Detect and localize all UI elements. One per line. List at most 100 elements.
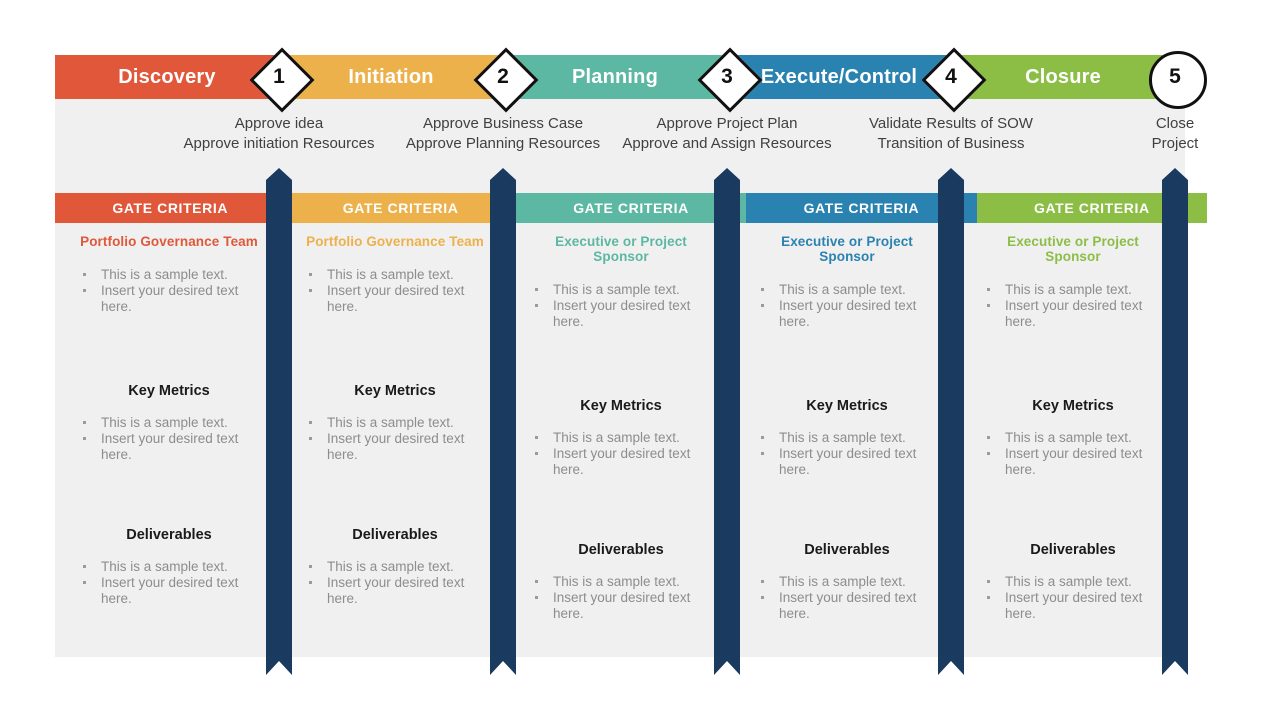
gate-criteria-bullets: This is a sample text. Insert your desire… — [753, 282, 941, 330]
list-item: This is a sample text. — [753, 430, 941, 446]
deliverables-heading: Deliverables — [578, 542, 664, 558]
approval-notes: Approve idea Approve initiation Resources… — [55, 110, 1199, 168]
gate-criteria-bullets: This is a sample text. Insert your desire… — [301, 267, 489, 315]
gate-marker-5[interactable]: 5 — [1147, 49, 1207, 109]
deliverables-heading: Deliverables — [1030, 542, 1116, 558]
deliverables-block: Deliverables This is a sample text. Insert… — [979, 542, 1167, 622]
gate-column-3: Executive or Project Sponsor This is a sa… — [507, 223, 733, 653]
deliverables-bullets: This is a sample text. Insert your desire… — [301, 559, 489, 607]
gate-owner-label: Executive or Project Sponsor — [1007, 234, 1139, 264]
key-metrics-block: Key Metrics This is a sample text. Insert … — [75, 383, 263, 463]
key-metrics-block: Key Metrics This is a sample text. Insert … — [753, 398, 941, 478]
list-item: This is a sample text. — [75, 559, 263, 575]
deliverables-bullets: This is a sample text. Insert your desire… — [527, 574, 715, 622]
list-item: Insert your desired text here. — [753, 590, 941, 622]
column-content: Portfolio Governance Team This is a sampl… — [281, 234, 507, 607]
list-item: Insert your desired text here. — [527, 446, 715, 478]
list-item: This is a sample text. — [979, 430, 1167, 446]
approval-note-5: Close Project — [975, 114, 1280, 154]
gate-criteria-block: Executive or Project Sponsor This is a sa… — [527, 234, 715, 330]
gate-criteria-label: GATE CRITERIA — [803, 200, 920, 216]
list-item: Insert your desired text here. — [527, 590, 715, 622]
phase-bar: Discovery Initiation Planning Execute/Contr… — [55, 55, 1175, 99]
list-item: This is a sample text. — [527, 282, 715, 298]
key-metrics-block: Key Metrics This is a sample text. Insert … — [979, 398, 1167, 478]
list-item: Insert your desired text here. — [979, 298, 1167, 330]
gate-number: 1 — [273, 65, 285, 88]
column-content: Executive or Project Sponsor This is a sa… — [507, 234, 733, 622]
gate-column-5: Executive or Project Sponsor This is a sa… — [959, 223, 1185, 653]
column-content: Executive or Project Sponsor This is a sa… — [959, 234, 1185, 622]
phase-segment-1[interactable]: Discovery — [55, 55, 279, 99]
stage-gate-diagram: Discovery Initiation Planning Execute/Contr… — [0, 0, 1280, 720]
deliverables-block: Deliverables This is a sample text. Insert… — [75, 527, 263, 607]
gate-column-1: Portfolio Governance Team This is a sampl… — [55, 223, 281, 653]
phase-segment-4[interactable]: Execute/Control — [727, 55, 951, 99]
gate-marker-1[interactable]: 1 — [249, 47, 315, 113]
gate-marker-3[interactable]: 3 — [697, 47, 763, 113]
gate-number: 2 — [497, 65, 509, 88]
approval-line: Close — [1155, 115, 1195, 132]
list-item: Insert your desired text here. — [301, 431, 489, 463]
deliverables-heading: Deliverables — [352, 527, 438, 543]
gate-criteria-block: Portfolio Governance Team This is a sampl… — [301, 234, 489, 315]
gate-number: 4 — [945, 65, 957, 88]
key-metrics-heading: Key Metrics — [806, 398, 888, 414]
list-item: This is a sample text. — [75, 415, 263, 431]
gate-criteria-label: GATE CRITERIA — [1034, 200, 1150, 216]
key-metrics-bullets: This is a sample text. Insert your desire… — [979, 430, 1167, 478]
gate-criteria-bullets: This is a sample text. Insert your desire… — [527, 282, 715, 330]
list-item: Insert your desired text here. — [301, 283, 489, 315]
deliverables-bullets: This is a sample text. Insert your desire… — [979, 574, 1167, 622]
gate-owner-label: Executive or Project Sponsor — [781, 234, 913, 264]
phase-label: Execute/Control — [760, 65, 918, 88]
deliverables-heading: Deliverables — [804, 542, 890, 558]
gate-criteria-bullets: This is a sample text. Insert your desire… — [979, 282, 1167, 330]
gate-criteria-block: Executive or Project Sponsor This is a sa… — [753, 234, 941, 330]
list-item: Insert your desired text here. — [75, 575, 263, 607]
gate-criteria-bullets: This is a sample text. Insert your desire… — [75, 267, 263, 315]
gate-ribbon-1 — [266, 168, 292, 675]
gate-number: 5 — [1169, 65, 1181, 88]
gate-criteria-bar-2[interactable]: GATE CRITERIA — [285, 193, 516, 223]
gate-criteria-block: Portfolio Governance Team This is a sampl… — [75, 234, 263, 315]
gate-criteria-bars: GATE CRITERIA GATE CRITERIA GATE CRITERIA G… — [55, 193, 1208, 223]
phase-label: Initiation — [348, 65, 434, 88]
phase-label: Discovery — [118, 65, 216, 88]
key-metrics-bullets: This is a sample text. Insert your desire… — [527, 430, 715, 478]
deliverables-bullets: This is a sample text. Insert your desire… — [75, 559, 263, 607]
list-item: Insert your desired text here. — [753, 298, 941, 330]
phase-segment-5[interactable]: Closure — [951, 55, 1175, 99]
gate-marker-2[interactable]: 2 — [473, 47, 539, 113]
list-item: This is a sample text. — [753, 282, 941, 298]
approval-line: Project — [1151, 135, 1199, 152]
gate-criteria-label: GATE CRITERIA — [342, 200, 459, 216]
phase-label: Closure — [1025, 65, 1101, 88]
gate-criteria-label: GATE CRITERIA — [112, 200, 229, 216]
column-content: Executive or Project Sponsor This is a sa… — [733, 234, 959, 622]
list-item: Insert your desired text here. — [301, 575, 489, 607]
list-item: This is a sample text. — [753, 574, 941, 590]
gate-columns: Portfolio Governance Team This is a sampl… — [55, 223, 1185, 653]
list-item: This is a sample text. — [75, 267, 263, 283]
key-metrics-block: Key Metrics This is a sample text. Insert … — [301, 383, 489, 463]
phase-segment-2[interactable]: Initiation — [279, 55, 503, 99]
list-item: This is a sample text. — [301, 415, 489, 431]
gate-ribbon-2 — [490, 168, 516, 675]
gate-column-4: Executive or Project Sponsor This is a sa… — [733, 223, 959, 653]
key-metrics-heading: Key Metrics — [128, 383, 210, 399]
gate-ribbon-3 — [714, 168, 740, 675]
key-metrics-bullets: This is a sample text. Insert your desire… — [753, 430, 941, 478]
gate-criteria-bar-3[interactable]: GATE CRITERIA — [515, 193, 747, 223]
phase-segment-3[interactable]: Planning — [503, 55, 727, 99]
key-metrics-heading: Key Metrics — [580, 398, 662, 414]
gate-criteria-bar-1[interactable]: GATE CRITERIA — [55, 193, 286, 223]
phase-label: Planning — [571, 65, 659, 88]
gate-owner-label: Portfolio Governance Team — [306, 234, 484, 249]
key-metrics-bullets: This is a sample text. Insert your desire… — [301, 415, 489, 463]
key-metrics-bullets: This is a sample text. Insert your desire… — [75, 415, 263, 463]
key-metrics-heading: Key Metrics — [1032, 398, 1114, 414]
gate-criteria-label: GATE CRITERIA — [573, 200, 689, 216]
gate-marker-4[interactable]: 4 — [921, 47, 987, 113]
gate-criteria-block: Executive or Project Sponsor This is a sa… — [979, 234, 1167, 330]
